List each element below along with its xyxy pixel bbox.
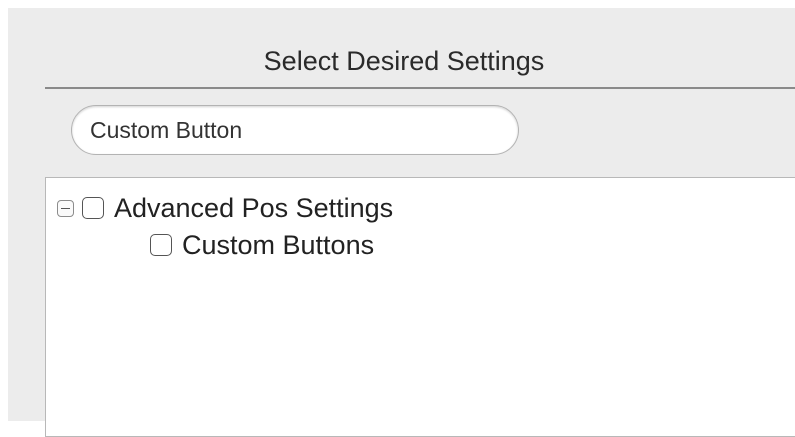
tree-item-advanced-pos-settings[interactable]: Advanced Pos Settings (57, 193, 393, 223)
panel-title: Select Desired Settings (263, 46, 545, 76)
advanced-pos-settings-checkbox[interactable] (82, 197, 104, 219)
search-input[interactable] (71, 105, 519, 155)
custom-buttons-checkbox[interactable] (150, 234, 172, 256)
settings-tree[interactable]: Advanced Pos Settings Custom Buttons (45, 177, 795, 437)
collapse-icon[interactable] (57, 199, 74, 217)
tree-item-custom-buttons[interactable]: Custom Buttons (150, 230, 374, 260)
tree-item-label: Advanced Pos Settings (114, 192, 394, 223)
header-divider (45, 87, 795, 89)
tree-item-label: Custom Buttons (182, 229, 375, 260)
